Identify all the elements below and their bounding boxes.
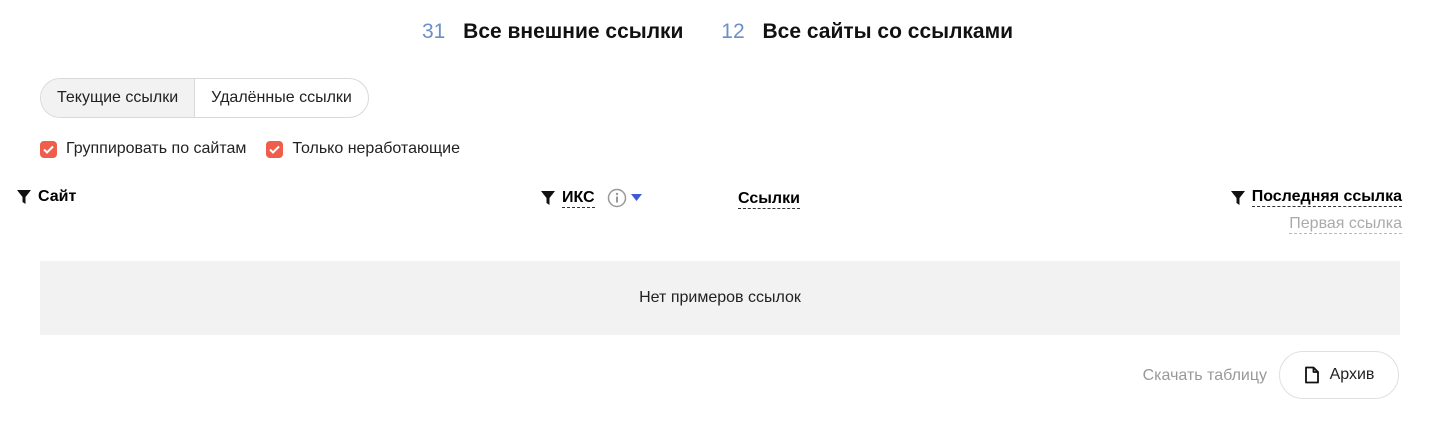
filter-icon[interactable] — [1230, 190, 1246, 206]
stat-sites-label: Все сайты со ссылками — [762, 20, 1014, 43]
empty-table-message: Нет примеров ссылок — [40, 261, 1400, 335]
column-header-last-link: Последняя ссылка — [1230, 188, 1402, 207]
download-table-link[interactable]: Скачать таблицу — [1143, 367, 1267, 385]
segment-current-links[interactable]: Текущие ссылки — [41, 79, 196, 117]
column-site-label: Сайт — [38, 188, 77, 205]
column-header-iks: ИКС — [540, 188, 642, 208]
column-header-site: Сайт — [16, 188, 76, 206]
stat-sites-with-links[interactable]: 12 Все сайты со ссылками — [721, 20, 1013, 44]
filter-checkboxes: Группировать по сайтам Только неработающ… — [40, 140, 460, 158]
link-stats: 31 Все внешние ссылки 12 Все сайты со сс… — [0, 20, 1435, 44]
checkmark-icon — [266, 140, 284, 158]
filter-icon[interactable] — [540, 190, 556, 206]
only-broken-checkbox[interactable]: Только неработающие — [266, 140, 460, 158]
links-segmented-control: Текущие ссылки Удалённые ссылки — [40, 78, 369, 118]
column-iks-sort-link[interactable]: ИКС — [562, 189, 595, 208]
column-links-sort-link[interactable]: Ссылки — [738, 190, 800, 209]
sort-descending-icon[interactable] — [630, 194, 642, 202]
stat-external-links[interactable]: 31 Все внешние ссылки — [422, 20, 684, 44]
info-icon[interactable] — [607, 188, 627, 208]
column-header-links: Ссылки — [738, 190, 800, 209]
document-icon — [1304, 366, 1319, 384]
stat-sites-count: 12 — [721, 20, 745, 43]
segment-deleted-links[interactable]: Удалённые ссылки — [195, 79, 368, 117]
empty-text: Нет примеров ссылок — [639, 289, 801, 306]
stat-external-links-count: 31 — [421, 20, 446, 43]
filter-icon[interactable] — [16, 189, 32, 205]
only-broken-label: Только неработающие — [292, 140, 460, 157]
stat-external-links-label: Все внешние ссылки — [463, 20, 684, 43]
archive-button[interactable]: Архив — [1279, 351, 1399, 399]
column-first-link-sort-link[interactable]: Первая ссылка — [1289, 215, 1402, 234]
column-last-link-sort-link[interactable]: Последняя ссылка — [1251, 188, 1402, 207]
group-by-sites-label: Группировать по сайтам — [66, 140, 247, 157]
checkmark-icon — [40, 140, 57, 158]
group-by-sites-checkbox[interactable]: Группировать по сайтам — [40, 140, 246, 158]
archive-label: Архив — [1329, 366, 1375, 383]
